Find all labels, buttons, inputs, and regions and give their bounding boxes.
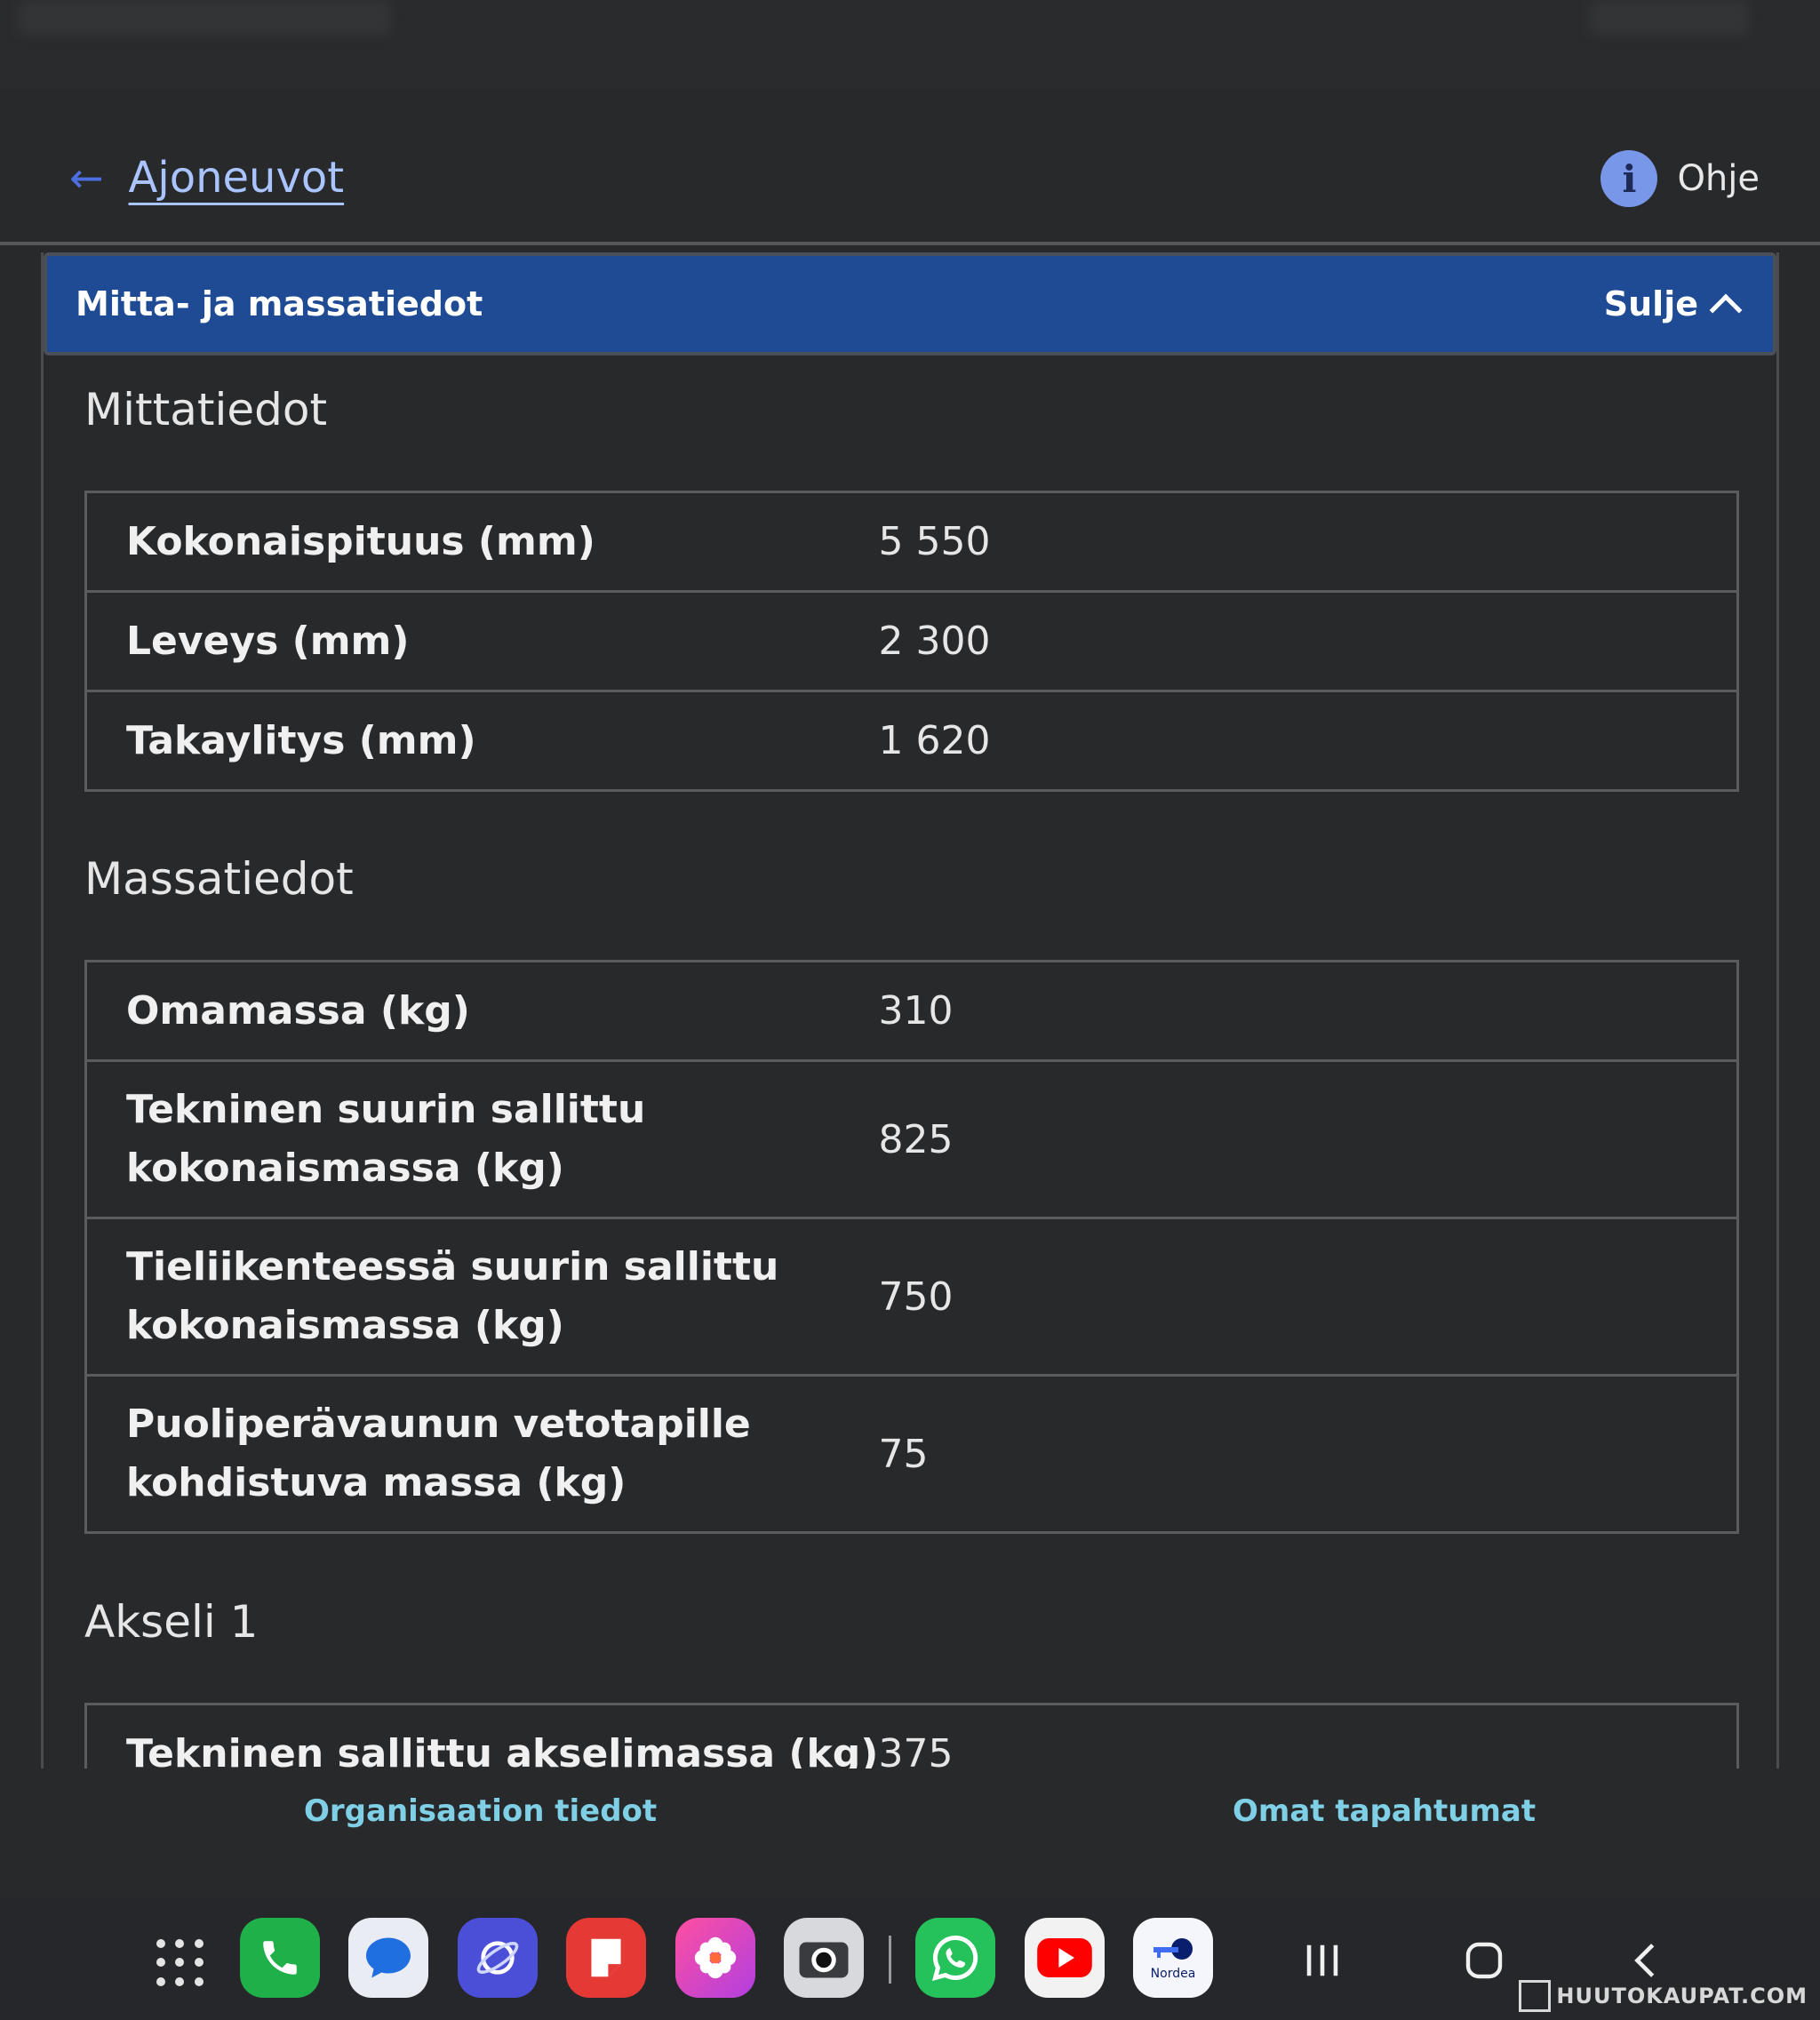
organisation-info-link[interactable]: Organisaation tiedot bbox=[304, 1793, 657, 1829]
flower-glyph bbox=[694, 1936, 737, 1979]
row-label: Puoliperävaunun vetotapille kohdistuva m… bbox=[84, 1374, 879, 1534]
own-events-link[interactable]: Omat tapahtumat bbox=[1233, 1793, 1536, 1829]
row-label: Tekninen sallittu akselimassa (kg) bbox=[84, 1703, 879, 1772]
watermark: HUUTOKAUPAT.COM bbox=[1519, 1980, 1808, 2012]
table-row: Takaylitys (mm) 1 620 bbox=[84, 690, 1739, 792]
nordea-label: Nordea bbox=[1150, 1967, 1196, 1981]
watermark-logo-icon bbox=[1519, 1980, 1552, 2012]
back-link-label[interactable]: Ajoneuvot bbox=[129, 153, 345, 203]
info-icon: i bbox=[1600, 150, 1658, 207]
messages-icon[interactable] bbox=[348, 1918, 428, 1998]
help-button[interactable]: i Ohje bbox=[1600, 148, 1760, 210]
notes-icon[interactable] bbox=[566, 1918, 646, 1998]
chevron-up-icon bbox=[1709, 293, 1743, 327]
panel-close-button[interactable]: Sulje bbox=[1603, 284, 1743, 327]
row-label: Tieliikenteessä suurin sallittu kokonais… bbox=[84, 1217, 879, 1377]
phone-icon[interactable] bbox=[240, 1918, 320, 1998]
home-button[interactable] bbox=[1457, 1925, 1511, 1996]
panel-close-label: Sulje bbox=[1603, 284, 1698, 323]
footer-links: Organisaation tiedot Omat tapahtumat bbox=[0, 1768, 1820, 1898]
row-value: 2 300 bbox=[878, 590, 1739, 692]
row-value: 75 bbox=[878, 1374, 1739, 1534]
table-row: Tieliikenteessä suurin sallittu kokonais… bbox=[84, 1217, 1739, 1377]
row-label: Tekninen suurin sallittu kokonaismassa (… bbox=[84, 1059, 879, 1219]
panel-title: Mitta- ja massatiedot bbox=[76, 284, 483, 323]
row-value: 375 bbox=[878, 1703, 1739, 1772]
key-glyph bbox=[1153, 1938, 1193, 1960]
status-bar bbox=[0, 0, 1820, 89]
back-chevron-icon bbox=[1634, 1944, 1655, 1977]
whatsapp-icon[interactable] bbox=[915, 1918, 995, 1998]
recent-apps-icon bbox=[1306, 1944, 1338, 1976]
axle-table: Tekninen sallittu akselimassa (kg) 375 bbox=[84, 1703, 1739, 1772]
chat-bubble-glyph bbox=[366, 1937, 411, 1978]
status-bar-blur-left bbox=[18, 0, 391, 36]
section-title-dimensions: Mittatiedot bbox=[84, 384, 328, 435]
row-label: Kokonaispituus (mm) bbox=[84, 491, 879, 593]
dock-divider bbox=[889, 1936, 891, 1984]
app-dock: Nordea HUUTOKAUPAT.COM bbox=[0, 1898, 1820, 2020]
youtube-icon[interactable] bbox=[1025, 1918, 1105, 1998]
table-row: Kokonaispituus (mm) 5 550 bbox=[84, 491, 1739, 593]
note-glyph bbox=[591, 1938, 621, 1977]
nordea-icon[interactable]: Nordea bbox=[1133, 1918, 1213, 1998]
row-value: 5 550 bbox=[878, 491, 1739, 593]
app-drawer-icon[interactable] bbox=[156, 1939, 206, 1989]
table-row: Leveys (mm) 2 300 bbox=[84, 590, 1739, 692]
table-row: Puoliperävaunun vetotapille kohdistuva m… bbox=[84, 1374, 1739, 1534]
browser-icon[interactable] bbox=[458, 1918, 538, 1998]
status-bar-blur-right bbox=[1589, 0, 1749, 36]
table-row: Tekninen suurin sallittu kokonaismassa (… bbox=[84, 1059, 1739, 1219]
section-title-mass: Massatiedot bbox=[84, 853, 354, 905]
table-row: Omamassa (kg) 310 bbox=[84, 960, 1739, 1062]
measurements-panel: Mitta- ja massatiedot Sulje Mittatiedot … bbox=[41, 252, 1779, 1772]
section-title-axle: Akseli 1 bbox=[84, 1596, 259, 1648]
back-link[interactable]: ← Ajoneuvot bbox=[69, 142, 344, 213]
watermark-text: HUUTOKAUPAT.COM bbox=[1556, 1984, 1808, 2008]
row-label: Takaylitys (mm) bbox=[84, 690, 879, 792]
row-label: Omamassa (kg) bbox=[84, 960, 879, 1062]
help-label: Ohje bbox=[1677, 158, 1760, 199]
row-value: 825 bbox=[878, 1059, 1739, 1219]
gallery-icon[interactable] bbox=[675, 1918, 755, 1998]
play-glyph bbox=[1037, 1938, 1092, 1977]
dimensions-table: Kokonaispituus (mm) 5 550 Leveys (mm) 2 … bbox=[84, 491, 1739, 792]
top-navigation: ← Ajoneuvot i Ohje bbox=[0, 89, 1820, 245]
row-label: Leveys (mm) bbox=[84, 590, 879, 692]
panel-header[interactable]: Mitta- ja massatiedot Sulje bbox=[44, 252, 1776, 355]
row-value: 1 620 bbox=[878, 690, 1739, 792]
home-icon bbox=[1465, 1942, 1503, 1979]
mass-table: Omamassa (kg) 310 Tekninen suurin sallit… bbox=[84, 960, 1739, 1534]
camera-glyph bbox=[799, 1942, 849, 1978]
recent-apps-button[interactable] bbox=[1296, 1925, 1349, 1996]
planet-glyph bbox=[476, 1941, 519, 1975]
row-value: 310 bbox=[878, 960, 1739, 1062]
row-value: 750 bbox=[878, 1217, 1739, 1377]
phone-glyph bbox=[263, 1941, 297, 1975]
whatsapp-glyph bbox=[931, 1935, 978, 1982]
camera-icon[interactable] bbox=[784, 1918, 864, 1998]
arrow-left-icon: ← bbox=[69, 154, 104, 202]
table-row: Tekninen sallittu akselimassa (kg) 375 bbox=[84, 1703, 1739, 1772]
